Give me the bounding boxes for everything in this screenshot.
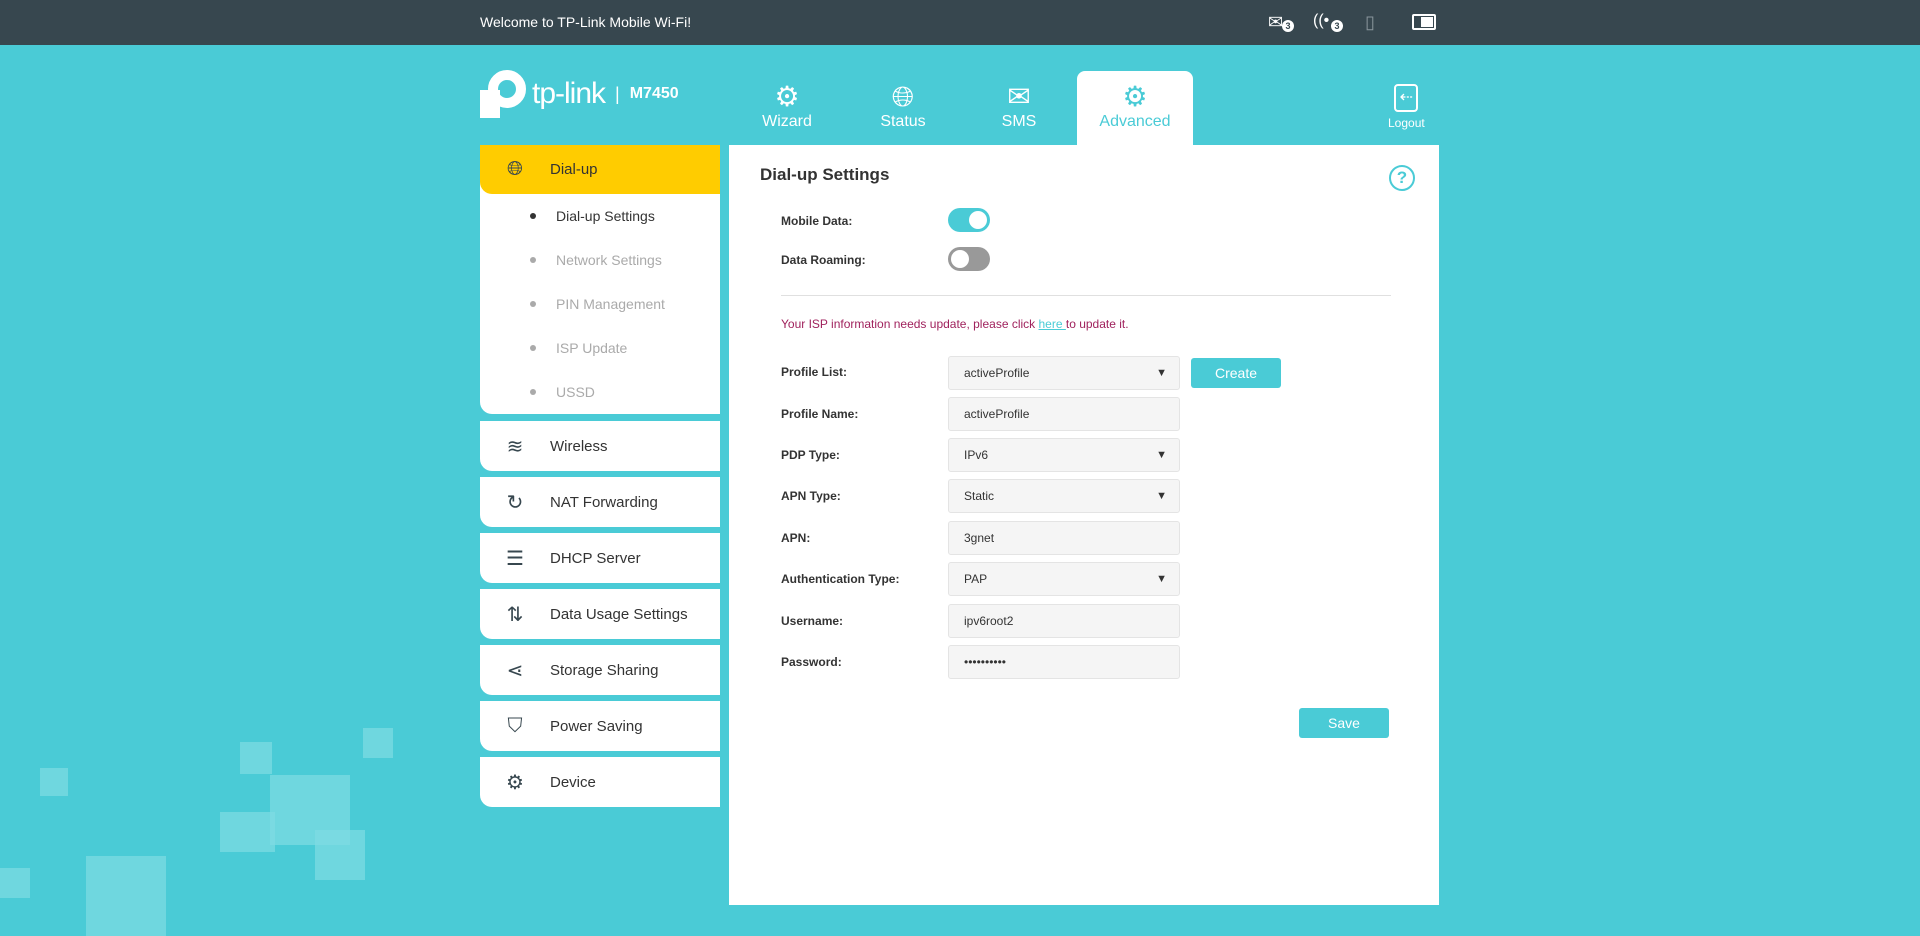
gears-icon: ⚙ xyxy=(1122,81,1148,112)
help-icon[interactable]: ? xyxy=(1389,165,1415,191)
sidebar-item-power-saving[interactable]: ⛉ Power Saving xyxy=(480,701,720,751)
sim-card-missing-icon: ▯ xyxy=(1365,12,1375,32)
apn-type-label: APN Type: xyxy=(781,489,841,503)
gear-icon: ⚙ xyxy=(774,81,800,112)
profile-list-label: Profile List: xyxy=(781,365,848,379)
globe-icon: 🌐︎ xyxy=(891,81,915,112)
isp-update-message: Your ISP information needs update, pleas… xyxy=(781,317,1129,331)
shield-bolt-icon: ⛉ xyxy=(507,714,523,737)
save-button[interactable]: Save xyxy=(1299,708,1389,738)
divider xyxy=(781,295,1391,296)
submenu-label: Network Settings xyxy=(556,252,662,268)
submenu-isp-update[interactable]: ISP Update xyxy=(480,326,720,370)
apn-input[interactable]: 3gnet xyxy=(948,521,1180,555)
submenu-label: Dial-up Settings xyxy=(556,208,655,224)
page-title: Dial-up Settings xyxy=(760,165,890,184)
sidebar-item-label: Wireless xyxy=(550,437,608,455)
isp-update-link[interactable]: here xyxy=(1039,317,1066,331)
wifi-clients-badge: 3 xyxy=(1331,20,1343,32)
sidebar-item-label: Power Saving xyxy=(550,717,643,735)
share-icon: ⋖ xyxy=(506,659,524,682)
password-input[interactable]: •••••••••• xyxy=(948,645,1180,679)
sidebar-item-label: Data Usage Settings xyxy=(550,605,688,623)
dropdown-arrow-icon: ▼ xyxy=(1156,490,1167,502)
globe-icon: 🌐︎ xyxy=(507,158,523,180)
apn-type-select[interactable]: Static ▼ xyxy=(948,479,1180,513)
tab-label: Status xyxy=(880,113,926,130)
profile-list-select[interactable]: activeProfile ▼ xyxy=(948,356,1180,390)
sidebar-item-storage-sharing[interactable]: ⋖ Storage Sharing xyxy=(480,645,720,695)
envelope-icon: ✉ xyxy=(1007,81,1031,112)
submenu-label: PIN Management xyxy=(556,296,665,312)
sidebar-item-label: NAT Forwarding xyxy=(550,493,658,511)
submenu-ussd[interactable]: USSD xyxy=(480,370,720,414)
tab-advanced[interactable]: ⚙ Advanced xyxy=(1077,71,1193,145)
tab-label: Advanced xyxy=(1099,113,1171,130)
mobile-data-toggle[interactable] xyxy=(948,208,990,232)
sidebar-group-dial-up: 🌐︎ Dial-up Dial-up Settings Network Setti… xyxy=(480,145,720,414)
create-button[interactable]: Create xyxy=(1191,358,1281,388)
logo-mark xyxy=(480,70,526,118)
sidebar-item-label: Storage Sharing xyxy=(550,661,659,679)
sidebar-item-label: DHCP Server xyxy=(550,549,641,567)
gear-icon: ⚙ xyxy=(506,771,524,794)
tab-wizard[interactable]: ⚙ Wizard xyxy=(729,71,845,145)
top-bar: Welcome to TP-Link Mobile Wi-Fi! ✉ 3 ((• 3… xyxy=(0,0,1920,45)
submenu-pin-management[interactable]: PIN Management xyxy=(480,282,720,326)
pdp-type-label: PDP Type: xyxy=(781,448,840,462)
sidebar-item-nat-forwarding[interactable]: ↻ NAT Forwarding xyxy=(480,477,720,527)
up-down-arrows-icon: ⇅ xyxy=(506,603,524,626)
authentication-type-label: Authentication Type: xyxy=(781,572,900,586)
envelope-icon[interactable]: ✉ 3 xyxy=(1268,12,1294,33)
pdp-type-select[interactable]: IPv6 ▼ xyxy=(948,438,1180,472)
server-icon: ☰ xyxy=(506,547,524,570)
logout-button[interactable]: ⇠ Logout xyxy=(1388,84,1425,130)
welcome-text: Welcome to TP-Link Mobile Wi-Fi! xyxy=(480,14,692,30)
tab-label: SMS xyxy=(1001,113,1037,130)
tab-label: Wizard xyxy=(762,113,812,130)
logout-icon: ⇠ xyxy=(1394,84,1419,112)
mobile-data-label: Mobile Data: xyxy=(781,214,853,228)
dropdown-arrow-icon: ▼ xyxy=(1156,573,1167,585)
sidebar-item-dial-up[interactable]: 🌐︎ Dial-up xyxy=(480,145,720,194)
sms-count-badge: 3 xyxy=(1282,20,1294,32)
username-input[interactable]: ipv6root2 xyxy=(948,604,1180,638)
apn-label: APN: xyxy=(781,531,811,545)
logout-label: Logout xyxy=(1388,116,1425,130)
brand-name: tp-link xyxy=(532,77,606,110)
tab-sms[interactable]: ✉ SMS xyxy=(961,71,1077,145)
tp-link-logo: tp-link | M7450 xyxy=(480,70,679,118)
dropdown-arrow-icon: ▼ xyxy=(1156,449,1167,461)
username-label: Username: xyxy=(781,614,844,628)
password-label: Password: xyxy=(781,655,842,669)
submenu-network-settings[interactable]: Network Settings xyxy=(480,238,720,282)
authentication-type-select[interactable]: PAP ▼ xyxy=(948,562,1180,596)
wifi-icon: ((• 3 xyxy=(1313,12,1343,32)
profile-name-input[interactable]: activeProfile xyxy=(948,397,1180,431)
submenu-label: USSD xyxy=(556,384,595,400)
dropdown-arrow-icon: ▼ xyxy=(1156,367,1167,379)
battery-icon xyxy=(1412,14,1436,30)
sidebar-item-dhcp-server[interactable]: ☰ DHCP Server xyxy=(480,533,720,583)
sidebar-item-data-usage-settings[interactable]: ⇅ Data Usage Settings xyxy=(480,589,720,639)
profile-name-label: Profile Name: xyxy=(781,407,859,421)
submenu-label: ISP Update xyxy=(556,340,628,356)
tab-status[interactable]: 🌐︎ Status xyxy=(845,71,961,145)
data-roaming-label: Data Roaming: xyxy=(781,253,866,267)
wifi-icon: ≋ xyxy=(506,435,524,458)
sidebar-item-label: Dial-up xyxy=(550,161,598,178)
sidebar-item-device[interactable]: ⚙ Device xyxy=(480,757,720,807)
data-roaming-toggle[interactable] xyxy=(948,247,990,271)
submenu-dial-up-settings[interactable]: Dial-up Settings xyxy=(480,194,720,238)
refresh-icon: ↻ xyxy=(506,491,524,514)
dial-up-settings-panel: Dial-up Settings ? Mobile Data: Data Roa… xyxy=(729,145,1439,905)
model-name: M7450 xyxy=(629,85,679,102)
sidebar-item-label: Device xyxy=(550,773,596,791)
sidebar-item-wireless[interactable]: ≋ Wireless xyxy=(480,421,720,471)
